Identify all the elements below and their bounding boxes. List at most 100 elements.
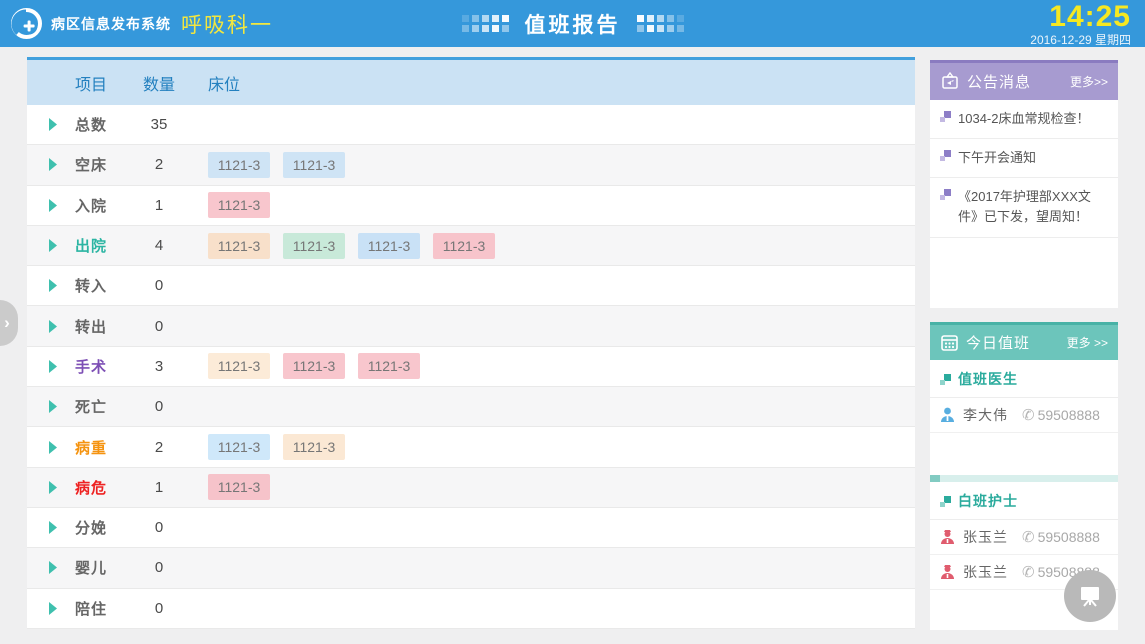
row-expand-arrow-icon[interactable] [27, 118, 75, 131]
row-label: 婴儿 [75, 557, 131, 578]
row-expand-arrow-icon[interactable] [27, 521, 75, 534]
bed-tag[interactable]: 1121-3 [208, 434, 270, 460]
row-label: 手术 [75, 356, 131, 377]
row-count: 2 [131, 156, 187, 173]
nurse-avatar-icon [940, 529, 955, 545]
bed-tag[interactable]: 1121-3 [208, 233, 270, 259]
announcement-bullet-icon [940, 189, 951, 200]
row-bed-tags: 1121-3 1121-3 [187, 152, 915, 178]
app-title: 病区信息发布系统 [51, 14, 171, 34]
row-count: 0 [131, 600, 187, 617]
bed-tag[interactable]: 1121-3 [208, 192, 270, 218]
row-label: 病危 [75, 477, 131, 498]
row-bed-tags: 1121-3 [187, 474, 915, 500]
row-expand-arrow-icon[interactable] [27, 199, 75, 212]
section-bullet-icon [940, 496, 951, 507]
row-bed-tags: 1121-3 1121-3 1121-3 1121-3 [187, 233, 915, 259]
announcements-panel: 公告消息 更多>> 1034-2床血常规检查！ 下午开会通知《2017年护理部XX… [930, 60, 1118, 308]
page-title: 值班报告 [525, 9, 621, 39]
announcement-item[interactable]: 1034-2床血常规检查！ [930, 100, 1118, 139]
department-name: 呼吸科一 [181, 9, 273, 39]
announcement-text: 1034-2床血常规检查！ [958, 109, 1089, 129]
presentation-board-icon [1077, 583, 1103, 609]
row-expand-arrow-icon[interactable] [27, 239, 75, 252]
phone-icon: ✆ [1022, 528, 1035, 546]
bed-tag[interactable]: 1121-3 [433, 233, 495, 259]
table-row: 分娩0 [27, 508, 915, 548]
bed-tag[interactable]: 1121-3 [358, 353, 420, 379]
staff-row: 李大伟✆59508888 [930, 398, 1118, 433]
announcement-item[interactable]: 《2017年护理部XXX文件》已下发，望周知！ [930, 178, 1118, 237]
duty-doctor-label: 值班医生 [958, 369, 1018, 389]
announcements-more-link[interactable]: 更多>> [1070, 73, 1108, 90]
staff-name: 李大伟 [963, 405, 1008, 425]
staff-name: 张玉兰 [963, 527, 1008, 547]
table-row: 转入0 [27, 266, 915, 306]
row-count: 4 [131, 237, 187, 254]
row-label: 转入 [75, 275, 131, 296]
row-expand-arrow-icon[interactable] [27, 561, 75, 574]
bed-tag[interactable]: 1121-3 [208, 152, 270, 178]
announcements-list: 1034-2床血常规检查！ 下午开会通知《2017年护理部XXX文件》已下发，望周… [930, 100, 1118, 308]
row-count: 1 [131, 479, 187, 496]
row-expand-arrow-icon[interactable] [27, 320, 75, 333]
table-row: 陪住0 [27, 589, 915, 629]
duty-title: 今日值班 [966, 332, 1030, 353]
row-label: 陪住 [75, 598, 131, 619]
table-row: 死亡0 [27, 387, 915, 427]
row-count: 0 [131, 318, 187, 335]
row-expand-arrow-icon[interactable] [27, 279, 75, 292]
table-row: 转出0 [27, 306, 915, 346]
bed-tag[interactable]: 1121-3 [208, 353, 270, 379]
table-body: 总数35空床21121-31121-3入院11121-3出院41121-3112… [27, 105, 915, 629]
row-count: 0 [131, 519, 187, 536]
duty-nurse-label: 白班护士 [958, 491, 1018, 511]
duty-section-divider [930, 475, 1118, 482]
clock: 14:25 2016-12-29 星期四 [1030, 2, 1145, 46]
clock-date: 2016-12-29 星期四 [1030, 34, 1131, 46]
brand: 病区信息发布系统 呼吸科一 [0, 7, 273, 40]
presentation-board-button[interactable] [1064, 570, 1116, 622]
phone-icon: ✆ [1022, 406, 1035, 424]
row-count: 0 [131, 398, 187, 415]
row-bed-tags: 1121-3 1121-3 [187, 434, 915, 460]
row-expand-arrow-icon[interactable] [27, 158, 75, 171]
row-count: 35 [131, 116, 187, 133]
row-expand-arrow-icon[interactable] [27, 360, 75, 373]
doctor-staff-list: 李大伟✆59508888 [930, 398, 1118, 433]
table-header-row: 项目 数量 床位 [27, 60, 915, 105]
bed-tag[interactable]: 1121-3 [283, 233, 345, 259]
ward-stats-table: 项目 数量 床位 总数35空床21121-31121-3入院11121-3出院4… [27, 57, 915, 629]
row-label: 分娩 [75, 517, 131, 538]
decorative-dots-right [637, 15, 684, 32]
announcement-bullet-icon [940, 150, 951, 161]
row-count: 0 [131, 277, 187, 294]
drawer-toggle-button[interactable]: › [0, 300, 18, 346]
row-expand-arrow-icon[interactable] [27, 441, 75, 454]
bed-tag[interactable]: 1121-3 [283, 152, 345, 178]
bed-tag[interactable]: 1121-3 [283, 434, 345, 460]
bed-tag[interactable]: 1121-3 [208, 474, 270, 500]
row-expand-arrow-icon[interactable] [27, 602, 75, 615]
announcement-item[interactable]: 下午开会通知 [930, 139, 1118, 178]
clock-time: 14:25 [1030, 2, 1131, 32]
row-count: 1 [131, 197, 187, 214]
row-count: 3 [131, 358, 187, 375]
staff-phone: ✆59508888 [1022, 528, 1100, 546]
nurse-avatar-icon [940, 564, 955, 580]
table-row: 病危1 1121-3 [27, 468, 915, 508]
row-bed-tags: 1121-3 1121-3 1121-3 [187, 353, 915, 379]
bulletin-board-icon [940, 72, 960, 92]
section-bullet-icon [940, 374, 951, 385]
duty-more-link[interactable]: 更多 >> [1067, 334, 1108, 351]
announcements-title: 公告消息 [967, 71, 1031, 92]
announcement-bullet-icon [940, 111, 951, 122]
phone-icon: ✆ [1022, 563, 1035, 581]
row-expand-arrow-icon[interactable] [27, 400, 75, 413]
bed-tag[interactable]: 1121-3 [358, 233, 420, 259]
bed-tag[interactable]: 1121-3 [283, 353, 345, 379]
staff-name: 张玉兰 [963, 562, 1008, 582]
calendar-icon [940, 333, 959, 352]
row-expand-arrow-icon[interactable] [27, 481, 75, 494]
table-row: 出院41121-31121-31121-31121-3 [27, 226, 915, 266]
